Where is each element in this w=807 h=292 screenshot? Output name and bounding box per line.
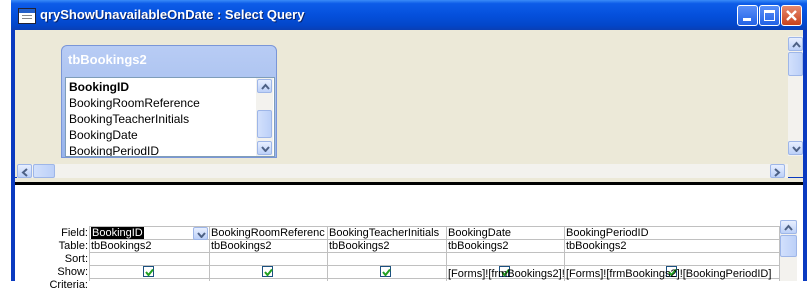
close-icon xyxy=(786,10,797,21)
field-cell-value: BookingID xyxy=(91,227,144,239)
table-pane-scroll-up[interactable] xyxy=(788,37,803,51)
chevron-left-icon xyxy=(21,168,28,177)
sort-cell[interactable] xyxy=(448,253,562,266)
row-label-sort: Sort: xyxy=(64,253,88,265)
table-cell[interactable]: tbBookings2 xyxy=(211,240,325,253)
sort-cell[interactable] xyxy=(566,253,777,266)
sort-cell[interactable] xyxy=(329,253,444,266)
field-cell[interactable]: BookingTeacherInitials xyxy=(329,227,444,240)
row-label-field: Field: xyxy=(61,227,88,239)
window-title: qryShowUnavailableOnDate : Select Query xyxy=(40,7,305,22)
field-cell[interactable]: BookingRoomReference xyxy=(211,227,325,240)
field-dropdown-button[interactable] xyxy=(193,227,208,240)
table-cell[interactable]: tbBookings2 xyxy=(91,240,207,253)
close-button[interactable] xyxy=(781,5,802,26)
table-cell[interactable]: tbBookings2 xyxy=(566,240,777,253)
chevron-right-icon xyxy=(774,168,781,177)
field-list-scroll-down[interactable] xyxy=(257,141,272,155)
table-pane-hscroll-thumb[interactable] xyxy=(33,164,55,178)
minimize-button[interactable] xyxy=(737,5,758,26)
grid-scroll-up[interactable] xyxy=(780,220,797,234)
field-list-item[interactable]: BookingID xyxy=(69,79,129,95)
criteria-cell[interactable] xyxy=(91,269,207,281)
row-label-table: Table: xyxy=(58,240,88,252)
query-icon[interactable] xyxy=(18,8,36,24)
chevron-up-icon xyxy=(261,83,270,90)
criteria-cell-booking-period[interactable]: [Forms]![frmBookings2]![BookingPeriodID] xyxy=(566,268,780,281)
field-cell-booking-id[interactable]: BookingID xyxy=(91,227,207,240)
field-list-item[interactable]: BookingDate xyxy=(69,127,138,143)
table-pane-scroll-down[interactable] xyxy=(788,141,803,155)
table-pane-horizontal-scrollbar[interactable] xyxy=(17,164,788,178)
criteria-cell-booking-date[interactable]: [Forms]![frmBookings2]![BookingDate] xyxy=(448,268,564,281)
field-list-title[interactable]: tbBookings2 xyxy=(68,52,147,67)
field-list-scroll-thumb[interactable] xyxy=(257,110,272,138)
table-pane-scroll-right[interactable] xyxy=(770,164,785,178)
chevron-up-icon xyxy=(784,224,793,231)
field-list-item[interactable]: BookingPeriodID xyxy=(69,143,159,156)
chevron-down-icon xyxy=(197,232,206,238)
field-list[interactable]: BookingID BookingRoomReference BookingTe… xyxy=(65,77,275,157)
field-list-item[interactable]: BookingTeacherInitials xyxy=(69,111,189,127)
table-pane-scroll-thumb[interactable] xyxy=(788,52,803,76)
sort-cell[interactable] xyxy=(211,253,325,266)
grid-scroll-thumb[interactable] xyxy=(780,235,797,257)
table-pane-scroll-left[interactable] xyxy=(17,164,32,178)
table-cell[interactable]: tbBookings2 xyxy=(448,240,562,253)
chevron-down-icon xyxy=(792,146,801,152)
maximize-button[interactable] xyxy=(759,5,780,26)
field-list-scroll-up[interactable] xyxy=(257,79,272,93)
chevron-down-icon xyxy=(261,146,270,152)
table-cell[interactable]: tbBookings2 xyxy=(329,240,444,253)
chevron-up-icon xyxy=(792,41,801,48)
field-cell[interactable]: BookingDate xyxy=(448,227,562,240)
sort-cell[interactable] xyxy=(91,253,207,266)
criteria-row: [Forms]![frmBookings2]![BookingDate] [Fo… xyxy=(0,268,807,281)
field-list-item[interactable]: BookingRoomReference xyxy=(69,95,200,111)
field-cell[interactable]: BookingPeriodID xyxy=(566,227,777,240)
